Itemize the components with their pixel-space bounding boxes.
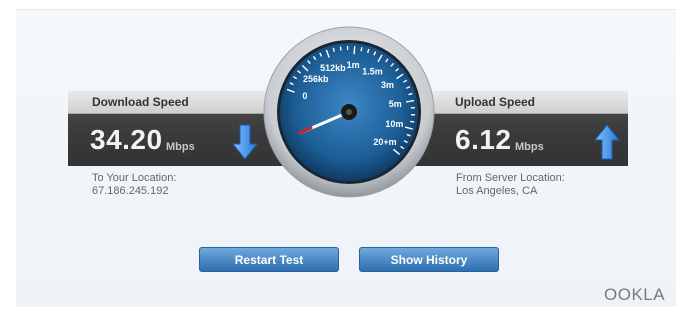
- gauge-tick-label: 3m: [381, 80, 394, 90]
- gauge-tick: [339, 46, 342, 51]
- gauge-tick-label: 1.5m: [362, 66, 383, 76]
- gauge-tick-label: 10m: [385, 119, 403, 129]
- gauge-tick: [353, 46, 356, 55]
- upload-speed-value: 6.12: [455, 124, 512, 155]
- gauge-tick-label: 256kb: [303, 74, 329, 84]
- gauge-tick-label: 20+m: [373, 137, 396, 147]
- speed-gauge: 0 256kb512kb 1m1.5m 3m 5m 10m 20+m: [263, 26, 435, 198]
- gauge-tick: [410, 120, 415, 123]
- upload-location-label: From Server Location:: [456, 172, 565, 184]
- upload-speed-unit: Mbps: [515, 141, 544, 153]
- gauge-tick: [360, 47, 363, 52]
- download-location-ip: 67.186.245.192: [92, 185, 169, 197]
- gauge-tick-label: 1m: [347, 60, 360, 70]
- download-speed-unit: Mbps: [166, 141, 195, 153]
- download-location-label: To Your Location:: [92, 172, 177, 184]
- gauge-tick-label: 0: [302, 91, 307, 101]
- gauge-tick-label: 512kb: [320, 63, 346, 73]
- upload-location-city: Los Angeles, CA: [456, 185, 538, 197]
- download-speed-value: 34.20: [90, 124, 163, 155]
- upload-arrow-icon: [594, 124, 620, 160]
- download-speed-label: Download Speed: [92, 95, 189, 109]
- download-arrow-icon: [232, 124, 258, 160]
- gauge-tick-label: 5m: [389, 99, 402, 109]
- show-history-button[interactable]: Show History: [359, 247, 499, 272]
- gauge-tick: [332, 47, 335, 52]
- ookla-logo: OOKLA: [604, 285, 666, 304]
- upload-speed-label: Upload Speed: [455, 95, 536, 109]
- restart-test-button[interactable]: Restart Test: [199, 247, 339, 272]
